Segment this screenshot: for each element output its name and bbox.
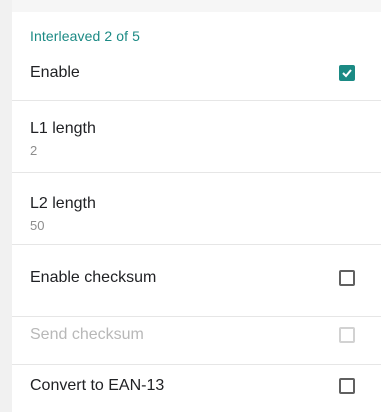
background-edge [0,0,12,412]
setting-l2-length-label: L2 length [30,195,96,212]
top-strip [12,0,381,12]
setting-send-checksum-label: Send checksum [30,326,144,343]
setting-l2-length[interactable]: L2 length 50 [12,172,381,244]
setting-convert-ean13[interactable]: Convert to EAN-13 [12,364,381,412]
check-icon [342,69,352,78]
setting-send-checksum: Send checksum [12,316,381,364]
setting-l1-length-value: 2 [30,143,38,158]
settings-panel: Interleaved 2 of 5 Enable L1 length 2 L2… [12,0,381,412]
send-checksum-checkbox [339,327,355,343]
setting-enable-checksum[interactable]: Enable checksum [12,244,381,316]
enable-checkbox[interactable] [339,65,355,81]
enable-checksum-checkbox[interactable] [339,270,355,286]
setting-l1-length[interactable]: L1 length 2 [12,100,381,172]
section-header: Interleaved 2 of 5 [30,28,140,44]
setting-enable[interactable]: Enable [12,50,381,100]
setting-l1-length-label: L1 length [30,120,96,137]
setting-convert-ean13-label: Convert to EAN-13 [30,377,165,394]
setting-enable-label: Enable [30,64,80,81]
setting-enable-checksum-label: Enable checksum [30,269,157,286]
convert-ean13-checkbox[interactable] [339,378,355,394]
setting-l2-length-value: 50 [30,218,45,233]
